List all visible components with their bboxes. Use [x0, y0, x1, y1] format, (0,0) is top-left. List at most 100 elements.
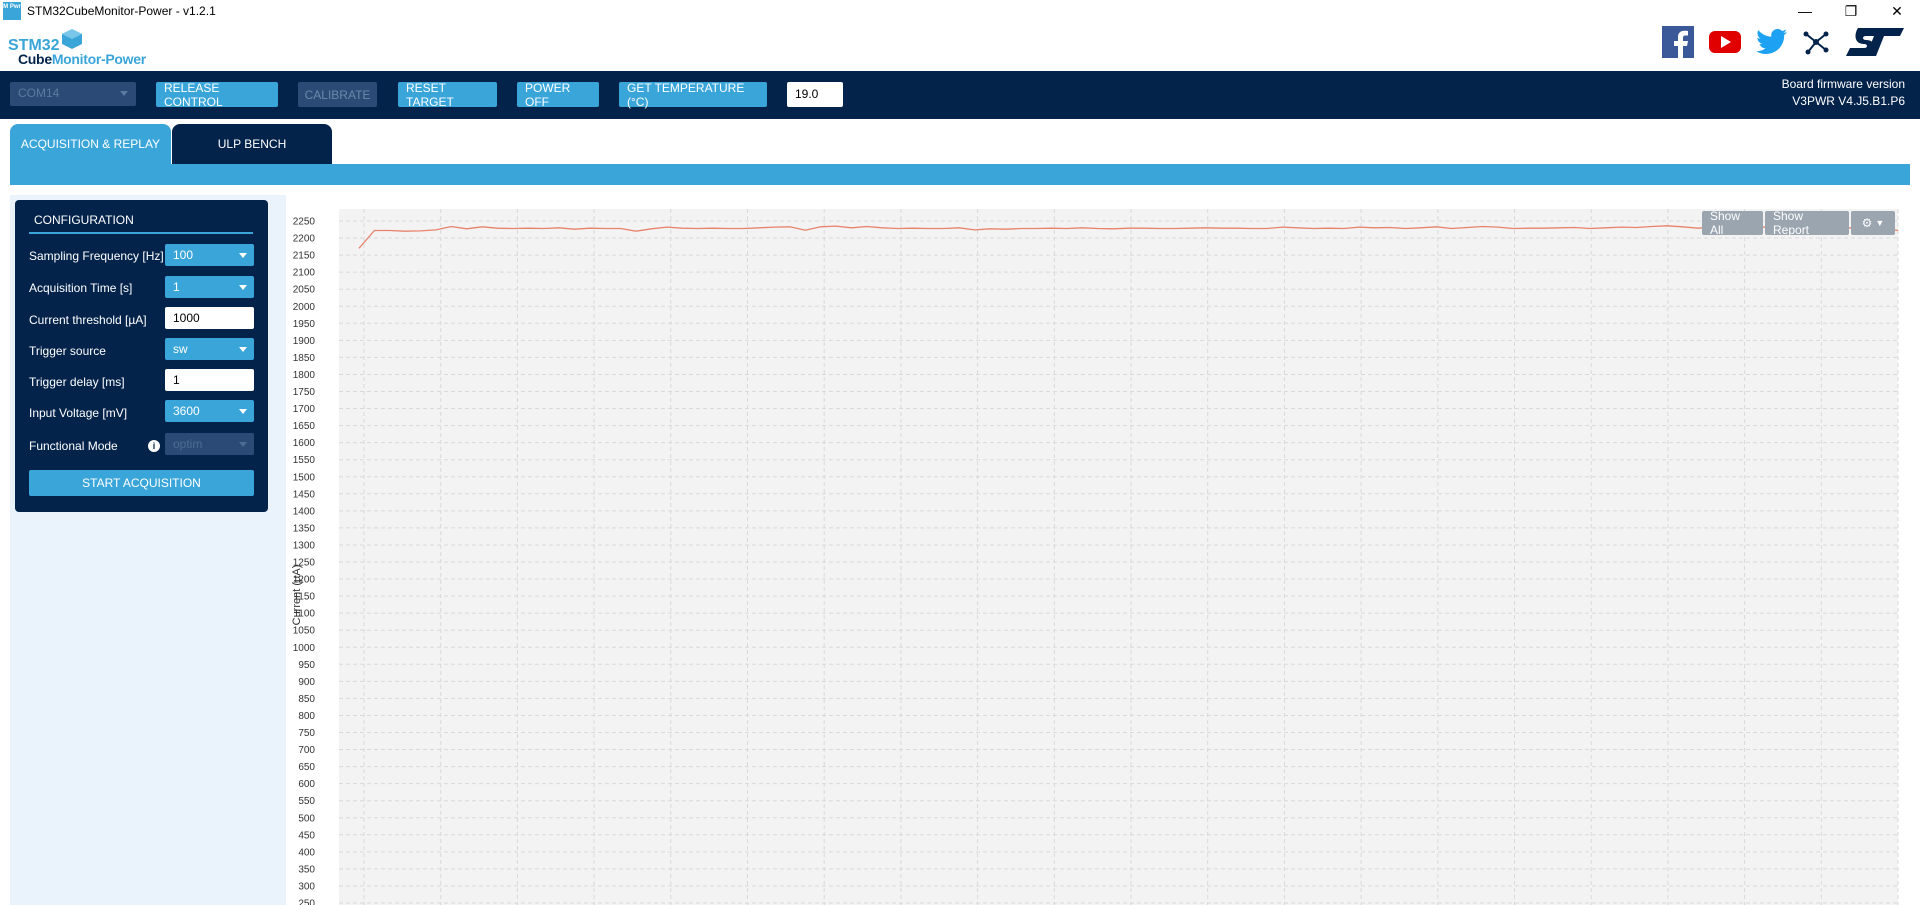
- y-tick-label: 2050: [293, 285, 316, 296]
- y-tick-label: 1450: [293, 489, 316, 500]
- chart-controls: Show All Show Report ⚙ ▼: [1700, 209, 1895, 237]
- y-tick-label: 400: [298, 847, 315, 858]
- current-chart[interactable]: 2250 2200 2150 2100 2050 2000 1950 1900 1850 1800…: [286, 195, 1920, 905]
- start-acquisition-button[interactable]: START ACQUISITION: [29, 470, 254, 496]
- y-tick-label: 2100: [293, 268, 316, 279]
- app-icon: M Pwr: [3, 2, 21, 20]
- acquisition-time-label: Acquisition Time [s]: [29, 281, 133, 295]
- tab-ulp-bench[interactable]: ULP BENCH: [172, 124, 332, 164]
- com-port-value: COM14: [18, 86, 60, 100]
- sampling-frequency-select[interactable]: 100: [165, 244, 254, 266]
- youtube-icon[interactable]: [1708, 29, 1742, 55]
- stm32-logo: STM32 CubeMonitor-Power: [8, 25, 148, 69]
- y-tick-label: 350: [298, 864, 315, 875]
- firmware-label: Board firmware version: [1781, 77, 1905, 91]
- y-tick-label: 1300: [293, 540, 316, 551]
- y-tick-label: 1950: [293, 319, 316, 330]
- com-port-select[interactable]: COM14: [10, 82, 136, 106]
- y-tick-label: 1700: [293, 404, 316, 415]
- y-tick-label: 800: [298, 711, 315, 722]
- trigger-source-label: Trigger source: [29, 344, 106, 358]
- trigger-source-value: sw: [173, 342, 188, 356]
- chevron-down-icon: [239, 442, 247, 447]
- y-tick-label: 300: [298, 881, 315, 892]
- calibrate-button[interactable]: CALIBRATE: [298, 82, 377, 107]
- chevron-down-icon: [239, 347, 247, 352]
- input-voltage-value: 3600: [173, 404, 200, 418]
- y-tick-label: 1000: [293, 643, 316, 654]
- top-toolbar: COM14 RELEASE CONTROL CALIBRATE RESET TA…: [0, 71, 1920, 119]
- get-temperature-button[interactable]: GET TEMPERATURE (°C): [619, 81, 767, 109]
- chevron-down-icon: [239, 253, 247, 258]
- tab-underline: [10, 164, 1910, 185]
- social-links: [1662, 26, 1920, 58]
- power-off-button[interactable]: POWER OFF: [517, 81, 599, 109]
- y-tick-label: 1600: [293, 438, 316, 449]
- y-tick-label: 1850: [293, 353, 316, 364]
- current-threshold-label: Current threshold [µA]: [29, 313, 147, 327]
- y-tick-label: 500: [298, 813, 315, 824]
- y-tick-label: 700: [298, 745, 315, 756]
- title-bar: M Pwr STM32CubeMonitor-Power - v1.2.1 — …: [0, 0, 1920, 22]
- sampling-frequency-value: 100: [173, 248, 194, 262]
- input-voltage-select[interactable]: 3600: [165, 400, 254, 422]
- tab-acquisition-replay[interactable]: ACQUISITION & REPLAY: [10, 124, 171, 164]
- functional-mode-select[interactable]: optim: [165, 433, 254, 455]
- y-tick-label: 2150: [293, 251, 316, 262]
- y-tick-label: 1750: [293, 387, 316, 398]
- chart-settings-button[interactable]: ⚙ ▼: [1851, 211, 1895, 235]
- chevron-down-icon: [239, 409, 247, 414]
- acquisition-time-value: 1: [173, 280, 180, 294]
- y-tick-label: 850: [298, 694, 315, 705]
- trigger-source-select[interactable]: sw: [165, 338, 254, 360]
- y-tick-label: 550: [298, 796, 315, 807]
- y-tick-label: 250: [298, 899, 315, 905]
- temperature-field[interactable]: 19.0: [787, 82, 843, 107]
- firmware-version: Board firmware version V3PWR V4.J5.B1.P6: [1782, 76, 1905, 110]
- facebook-icon[interactable]: [1662, 26, 1694, 58]
- gear-icon: ⚙: [1861, 216, 1873, 230]
- y-tick-label: 1500: [293, 472, 316, 483]
- y-tick-label: 950: [298, 660, 315, 671]
- y-tick-label: 650: [298, 762, 315, 773]
- trigger-delay-input[interactable]: 1: [165, 369, 254, 391]
- firmware-value: V3PWR V4.J5.B1.P6: [1792, 94, 1905, 108]
- show-report-button[interactable]: Show Report: [1765, 209, 1849, 237]
- y-tick-label: 2000: [293, 302, 316, 313]
- y-tick-label: 900: [298, 677, 315, 688]
- cube-logo-icon: [62, 29, 82, 49]
- app-header: STM32 CubeMonitor-Power: [0, 22, 1920, 71]
- y-tick-label: 2250: [293, 217, 316, 228]
- show-all-button[interactable]: Show All: [1702, 209, 1763, 237]
- st-logo-icon[interactable]: [1844, 26, 1906, 58]
- y-tick-label: 600: [298, 779, 315, 790]
- y-tick-label: 1050: [293, 626, 316, 637]
- current-threshold-input[interactable]: 1000: [165, 307, 254, 329]
- network-icon[interactable]: [1802, 28, 1830, 56]
- acquisition-time-select[interactable]: 1: [165, 276, 254, 298]
- chart-area: 2250 2200 2150 2100 2050 2000 1950 1900 1850 1800…: [286, 195, 1920, 905]
- minimize-button[interactable]: —: [1782, 0, 1828, 22]
- y-tick-label: 1550: [293, 455, 316, 466]
- twitter-icon[interactable]: [1756, 28, 1788, 56]
- chevron-down-icon: ▼: [1875, 218, 1885, 228]
- sampling-frequency-label: Sampling Frequency [Hz]: [29, 249, 164, 263]
- y-tick-label: 750: [298, 728, 315, 739]
- logo-text-cube: CubeMonitor-Power: [18, 51, 146, 67]
- release-control-button[interactable]: RELEASE CONTROL: [156, 81, 278, 109]
- configuration-divider: [29, 232, 253, 234]
- functional-mode-value: optim: [173, 437, 203, 451]
- y-tick-label: 1650: [293, 421, 316, 432]
- y-tick-label: 450: [298, 830, 315, 841]
- reset-target-button[interactable]: RESET TARGET: [398, 81, 497, 109]
- restore-button[interactable]: ❐: [1828, 0, 1874, 22]
- y-tick-label: 2200: [293, 234, 316, 245]
- left-pane: CONFIGURATION Sampling Frequency [Hz] 10…: [10, 195, 286, 905]
- chevron-down-icon: [120, 91, 128, 96]
- y-axis-label: Current (µA): [291, 565, 303, 626]
- close-button[interactable]: ✕: [1874, 0, 1920, 22]
- chevron-down-icon: [239, 285, 247, 290]
- y-tick-label: 1400: [293, 506, 316, 517]
- info-icon[interactable]: i: [148, 440, 160, 452]
- configuration-title: CONFIGURATION: [34, 213, 134, 227]
